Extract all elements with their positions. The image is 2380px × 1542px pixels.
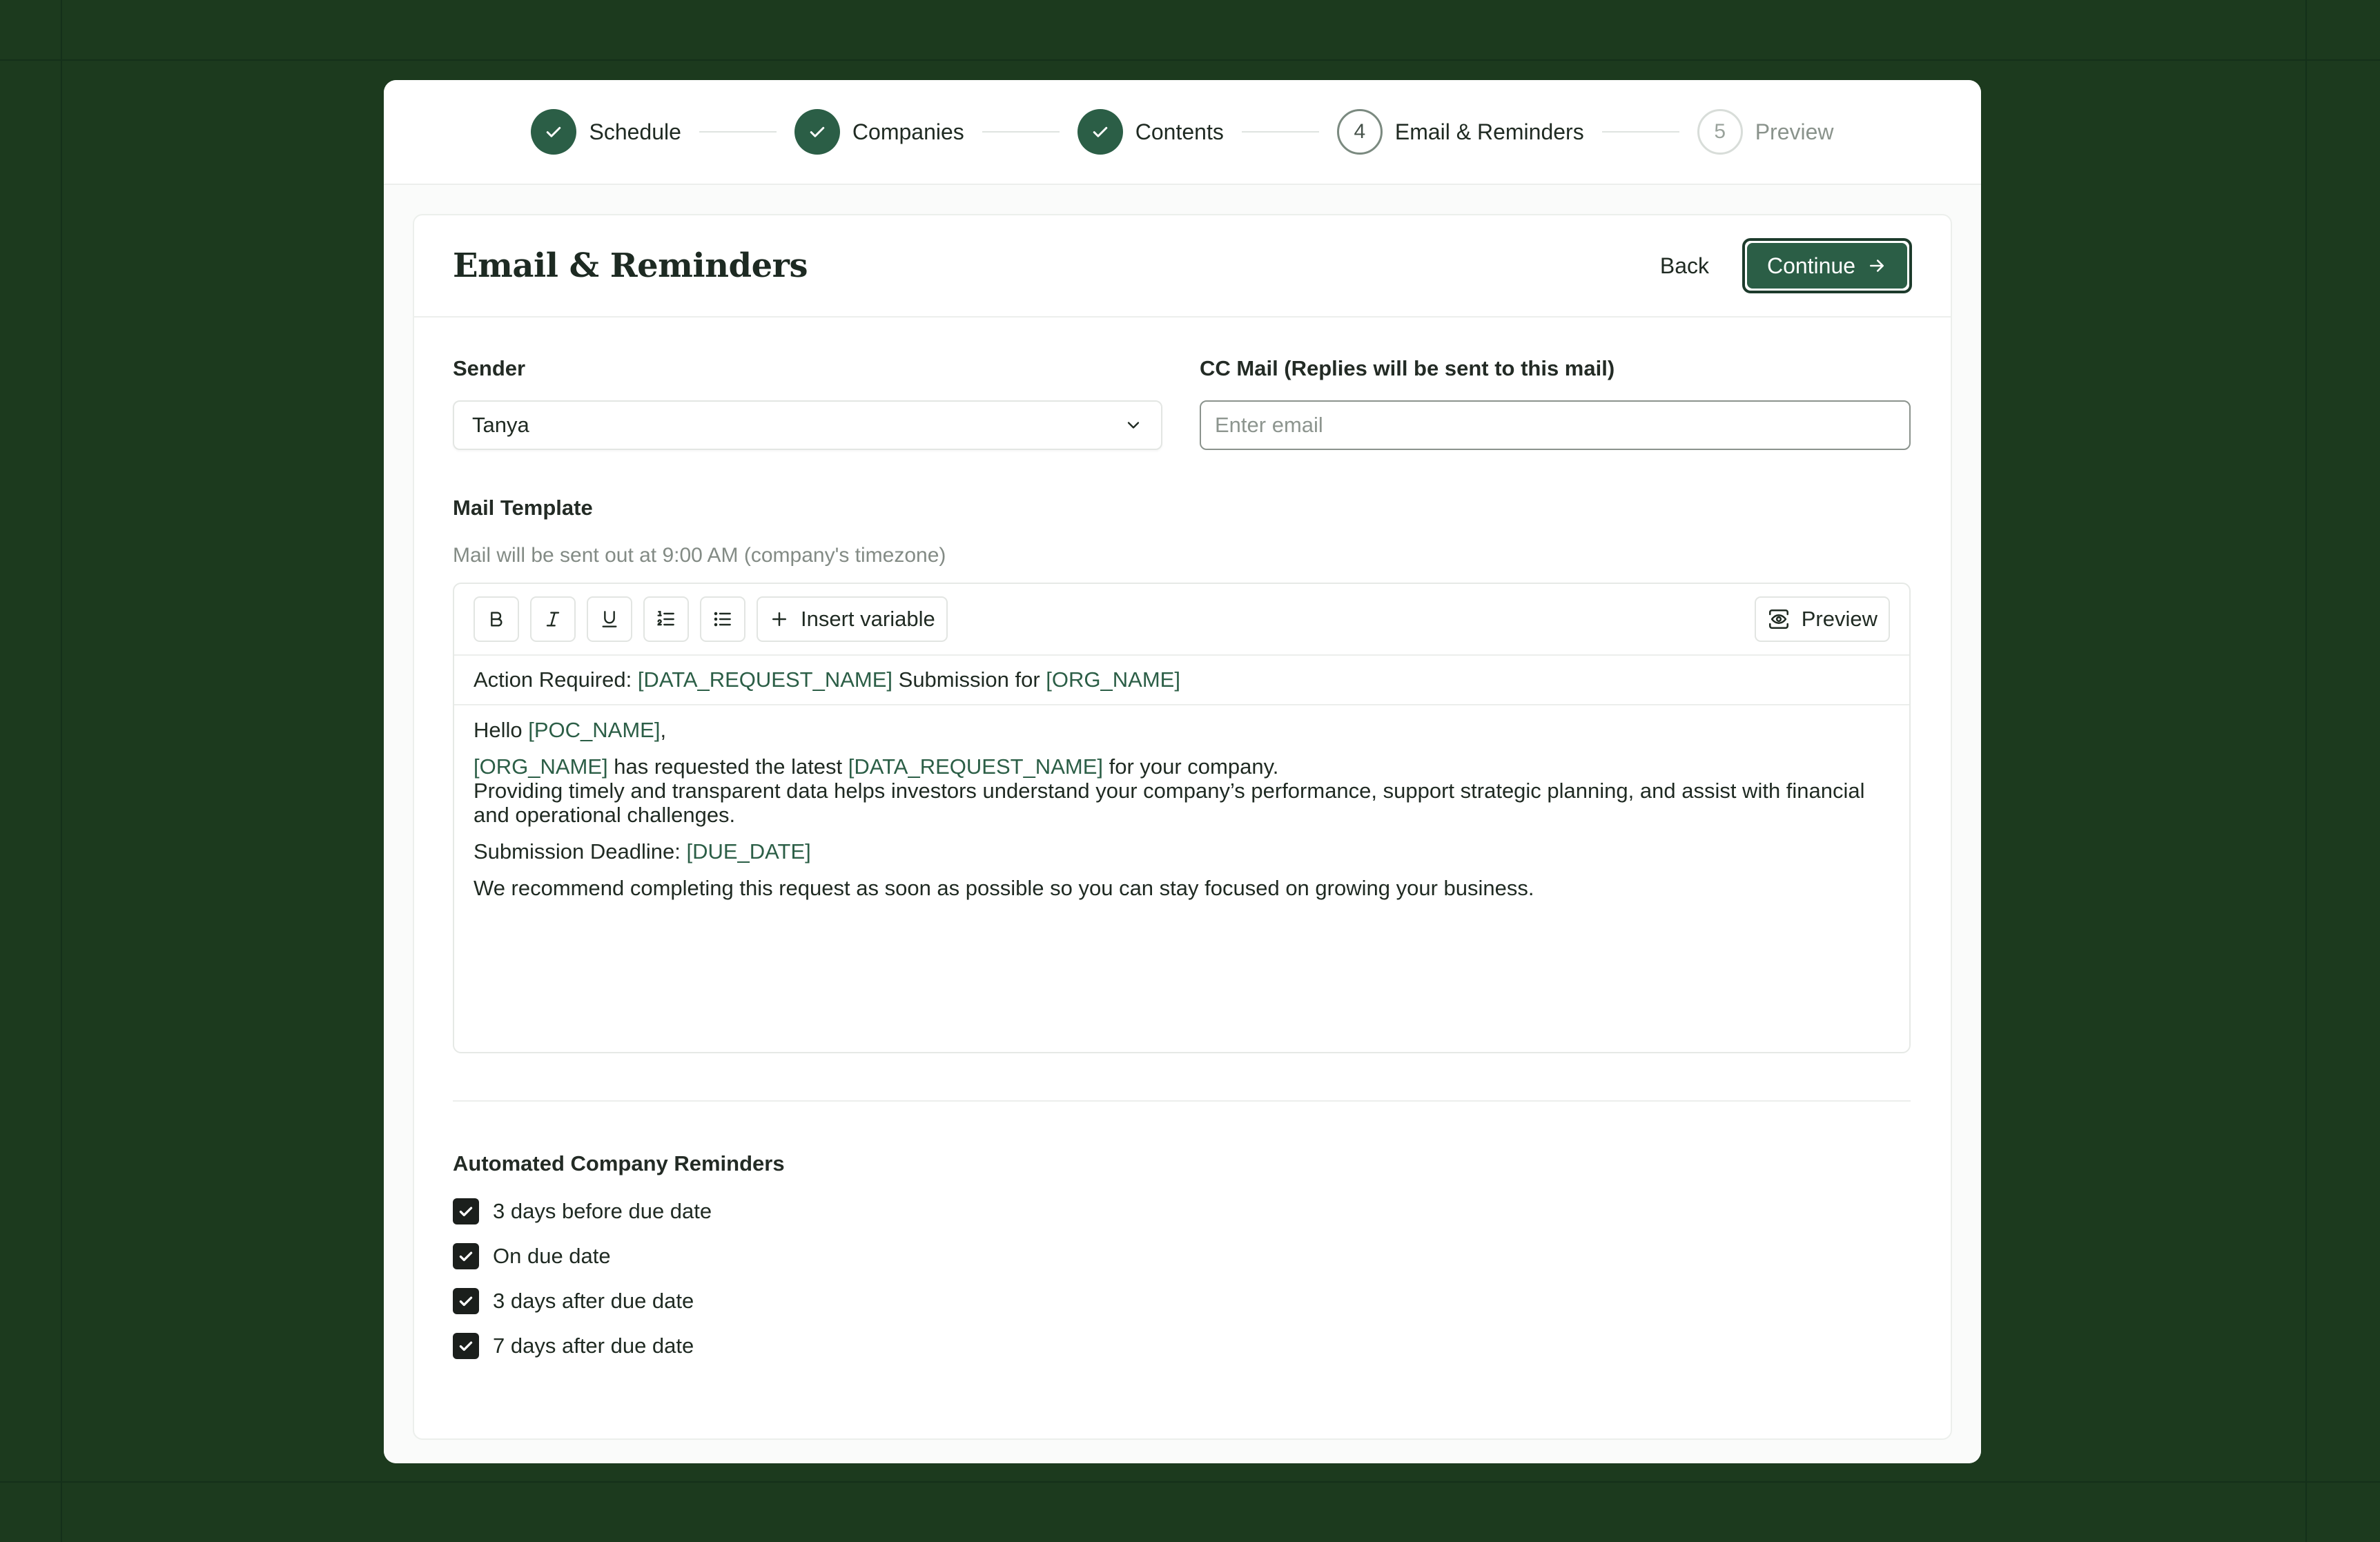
sender-value: Tanya bbox=[472, 413, 529, 437]
step-companies[interactable]: Companies bbox=[794, 109, 964, 155]
mail-subject-line[interactable]: Action Required: [DATA_REQUEST_NAME] Sub… bbox=[454, 656, 1909, 705]
bullet-list-icon bbox=[714, 612, 731, 627]
reminder-checkbox-on-due-date[interactable]: On due date bbox=[453, 1243, 611, 1269]
step-label: Preview bbox=[1755, 119, 1834, 144]
editor-toolbar: Insert variable Preview bbox=[454, 584, 1909, 656]
step-connector bbox=[1241, 131, 1319, 133]
template-variable: [ORG_NAME] bbox=[1046, 667, 1180, 692]
eye-icon bbox=[1768, 609, 1788, 630]
subject-prefix: Action Required: bbox=[474, 667, 632, 692]
step-connector bbox=[982, 131, 1060, 133]
step-label: Schedule bbox=[589, 119, 681, 144]
grid-line bbox=[2305, 0, 2307, 1542]
stepper: Schedule Companies Contents 4 Email & Re… bbox=[384, 80, 1981, 185]
bullet-list-button[interactable] bbox=[700, 596, 745, 642]
reminders-title: Automated Company Reminders bbox=[453, 1151, 785, 1175]
step-connector bbox=[699, 131, 777, 133]
checkbox-checked-icon bbox=[453, 1333, 479, 1359]
italic-icon bbox=[546, 612, 560, 627]
checkbox-checked-icon bbox=[453, 1198, 479, 1224]
insert-variable-button[interactable]: Insert variable bbox=[757, 596, 948, 642]
back-button[interactable]: Back bbox=[1660, 253, 1709, 279]
step-contents[interactable]: Contents bbox=[1077, 109, 1224, 155]
template-variable: [DATA_REQUEST_NAME] bbox=[637, 667, 893, 692]
bold-icon bbox=[491, 612, 503, 627]
template-variable: [ORG_NAME] bbox=[474, 754, 608, 779]
continue-button[interactable]: Continue bbox=[1742, 238, 1912, 293]
step-connector bbox=[1601, 131, 1679, 133]
chevron-down-icon bbox=[1127, 422, 1140, 429]
greeting-text: Hello bbox=[474, 718, 529, 742]
template-variable: [DATA_REQUEST_NAME] bbox=[848, 754, 1103, 779]
reminder-checkbox-7-days-after[interactable]: 7 days after due date bbox=[453, 1333, 694, 1359]
greeting-line: Hello [POC_NAME], bbox=[474, 718, 1890, 742]
providing-text: Providing timely and transparent data he… bbox=[474, 779, 1865, 827]
plus-icon bbox=[772, 612, 786, 626]
check-icon bbox=[531, 109, 577, 155]
sender-label: Sender bbox=[453, 356, 526, 380]
card-header: Email & Reminders Back Continue bbox=[414, 215, 1951, 318]
reminder-label: 3 days after due date bbox=[493, 1289, 694, 1313]
step-preview[interactable]: 5 Preview bbox=[1697, 109, 1834, 155]
grid-line bbox=[0, 59, 2380, 61]
deadline-line: Submission Deadline: [DUE_DATE] bbox=[474, 839, 1890, 863]
preview-button[interactable]: Preview bbox=[1754, 596, 1890, 642]
underline-button[interactable] bbox=[587, 596, 632, 642]
reminder-label: 3 days before due date bbox=[493, 1199, 712, 1223]
italic-button[interactable] bbox=[530, 596, 576, 642]
step-label: Companies bbox=[852, 119, 964, 144]
step-schedule[interactable]: Schedule bbox=[531, 109, 681, 155]
ordered-list-icon bbox=[657, 611, 674, 626]
reminder-label: On due date bbox=[493, 1244, 611, 1268]
bold-button[interactable] bbox=[474, 596, 519, 642]
form-card: Email & Reminders Back Continue Sender T… bbox=[413, 214, 1952, 1440]
arrow-right-icon bbox=[1870, 260, 1884, 272]
reminder-checkbox-3-days-before[interactable]: 3 days before due date bbox=[453, 1198, 712, 1224]
request-paragraph: [ORG_NAME] has requested the latest [DAT… bbox=[474, 754, 1890, 827]
greeting-end: , bbox=[660, 718, 667, 742]
requested-end: for your company. bbox=[1102, 754, 1279, 779]
email-reminders-modal: Schedule Companies Contents 4 Email & Re… bbox=[384, 80, 1981, 1463]
sender-select[interactable]: Tanya bbox=[453, 400, 1162, 450]
reminder-checkbox-3-days-after[interactable]: 3 days after due date bbox=[453, 1288, 694, 1314]
checkbox-checked-icon bbox=[453, 1288, 479, 1314]
step-label: Email & Reminders bbox=[1394, 119, 1584, 144]
step-number: 4 bbox=[1336, 109, 1383, 155]
preview-label: Preview bbox=[1801, 607, 1877, 631]
mail-body[interactable]: Hello [POC_NAME], [ORG_NAME] has request… bbox=[454, 705, 1909, 900]
mail-template-label: Mail Template bbox=[453, 496, 593, 520]
continue-label: Continue bbox=[1766, 253, 1856, 278]
subject-mid: Submission for bbox=[898, 667, 1040, 692]
cc-email-input[interactable] bbox=[1200, 400, 1911, 450]
step-email-reminders[interactable]: 4 Email & Reminders bbox=[1336, 109, 1584, 155]
grid-line bbox=[0, 1481, 2380, 1483]
recommend-line: We recommend completing this request as … bbox=[474, 876, 1534, 900]
ordered-list-button[interactable] bbox=[643, 596, 689, 642]
insert-variable-label: Insert variable bbox=[801, 607, 935, 631]
cc-mail-label: CC Mail (Replies will be sent to this ma… bbox=[1200, 356, 1615, 380]
check-icon bbox=[794, 109, 840, 155]
step-label: Contents bbox=[1135, 119, 1224, 144]
deadline-label: Submission Deadline: bbox=[474, 839, 687, 863]
template-variable: [DUE_DATE] bbox=[686, 839, 811, 863]
underline-icon bbox=[602, 611, 617, 627]
step-number: 5 bbox=[1697, 109, 1743, 155]
check-icon bbox=[1077, 109, 1123, 155]
section-divider bbox=[453, 1100, 1911, 1102]
requested-text: has requested the latest bbox=[607, 754, 848, 779]
checkbox-checked-icon bbox=[453, 1243, 479, 1269]
reminder-label: 7 days after due date bbox=[493, 1334, 694, 1358]
mail-template-editor: Insert variable Preview Action Required:… bbox=[453, 583, 1911, 1053]
content-area: Email & Reminders Back Continue Sender T… bbox=[384, 185, 1981, 1463]
page-title: Email & Reminders bbox=[453, 246, 808, 285]
mail-template-hint: Mail will be sent out at 9:00 AM (compan… bbox=[453, 544, 946, 567]
grid-line bbox=[61, 0, 62, 1542]
template-variable: [POC_NAME] bbox=[528, 718, 661, 742]
